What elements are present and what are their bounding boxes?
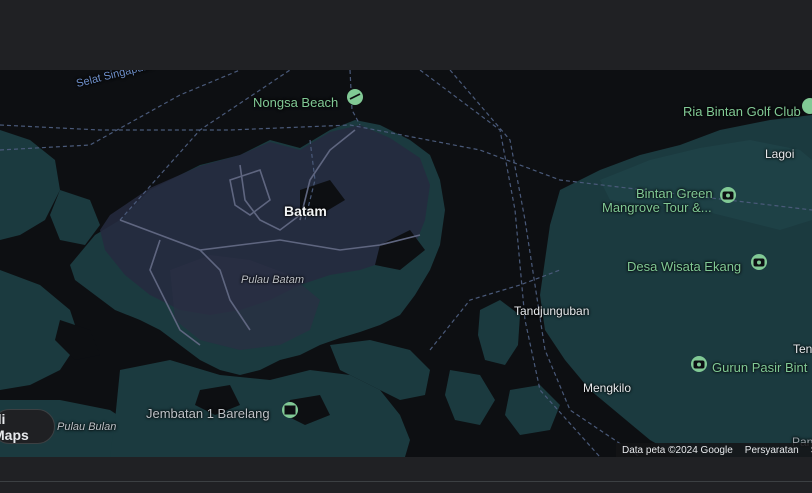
attribution-data: Data peta ©2024 Google — [622, 444, 733, 456]
camera-icon[interactable] — [719, 184, 737, 206]
divider — [0, 481, 812, 482]
map-attribution: Data peta ©2024 Google Persyaratan S — [616, 443, 812, 457]
bottom-bar — [0, 457, 812, 493]
beach-umbrella-icon[interactable] — [346, 86, 364, 108]
place-tandjunguban[interactable]: Tandjunguban — [514, 304, 589, 318]
poi-bintan-green-line2[interactable]: Mangrove Tour &... — [602, 200, 712, 215]
landmark-icon[interactable] — [281, 399, 299, 421]
island-label-bulan: Pulau Bulan — [57, 421, 117, 433]
place-lagoi[interactable]: Lagoi — [765, 147, 794, 161]
poi-gurun-pasir[interactable]: Gurun Pasir Bint — [712, 360, 807, 375]
golf-icon[interactable] — [801, 95, 812, 117]
poi-nongsa-beach[interactable]: Nongsa Beach — [253, 95, 338, 110]
top-toolbar — [0, 0, 812, 70]
map-view[interactable]: Selat Singapura Nongsa Beach Ria Bintan … — [0, 70, 812, 457]
place-mengkilo[interactable]: Mengkilo — [583, 381, 631, 395]
city-batam[interactable]: Batam — [284, 203, 327, 219]
camera-icon[interactable] — [750, 251, 768, 273]
poi-bintan-green-line1[interactable]: Bintan Green — [636, 186, 713, 201]
poi-ria-bintan-golf[interactable]: Ria Bintan Golf Club — [683, 104, 801, 119]
open-in-maps-button[interactable]: di Maps — [0, 409, 55, 444]
place-ten[interactable]: Ten — [793, 342, 812, 356]
camera-icon[interactable] — [690, 353, 708, 375]
poi-jembatan-barelang[interactable]: Jembatan 1 Barelang — [146, 406, 270, 421]
island-label-batam: Pulau Batam — [241, 274, 304, 286]
poi-desa-wisata-ekang[interactable]: Desa Wisata Ekang — [627, 259, 741, 274]
attribution-terms-link[interactable]: Persyaratan — [745, 445, 799, 456]
